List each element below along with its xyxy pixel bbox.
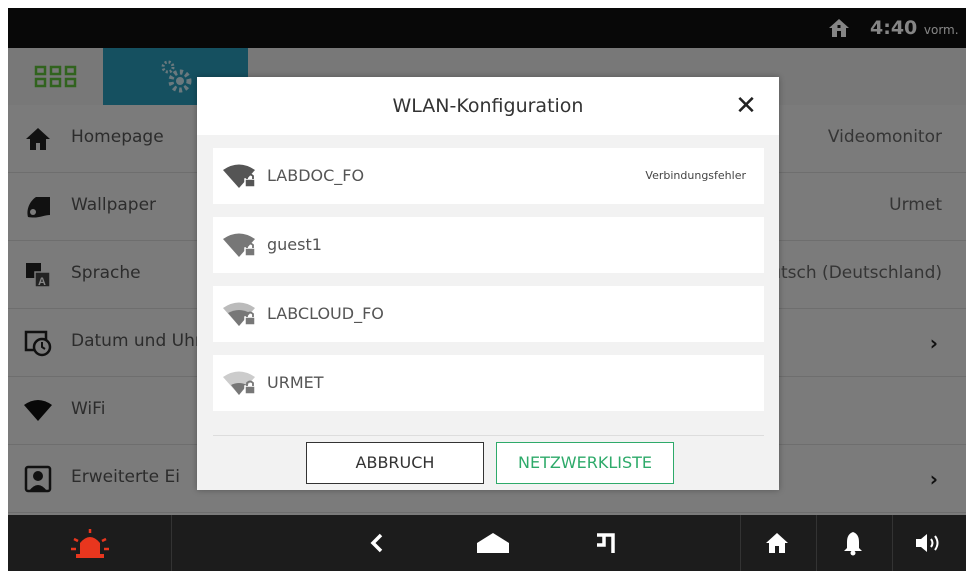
network-status: Verbindungsfehler (645, 169, 746, 182)
close-icon[interactable]: ✕ (733, 93, 759, 119)
wlan-dialog: WLAN-Konfiguration ✕ LABDOC_FO Verbindun… (197, 77, 779, 490)
back-arrow-icon (370, 533, 383, 553)
network-item[interactable]: guest1 (213, 217, 764, 273)
volume-button[interactable] (894, 515, 964, 571)
recents-icon (597, 533, 615, 553)
recents-button[interactable] (570, 515, 640, 571)
back-button[interactable] (342, 515, 412, 571)
network-name: LABCLOUD_FO (267, 304, 384, 323)
dialog-title: WLAN-Konfiguration (197, 77, 779, 135)
home-nav-button[interactable] (458, 515, 528, 571)
dialog-divider (213, 435, 764, 436)
network-list-button[interactable]: NETZWERKLISTE (496, 442, 674, 484)
nav-separator (740, 515, 741, 571)
alarm-button[interactable] (8, 515, 172, 571)
volume-icon (916, 534, 939, 552)
network-name: URMET (267, 373, 324, 392)
network-item[interactable]: LABCLOUD_FO (213, 286, 764, 342)
screen: 4:40 vorm. Homepage Videomonitor Wallpap… (8, 8, 966, 571)
home-shortcut-button[interactable] (742, 515, 812, 571)
nav-separator (892, 515, 893, 571)
cancel-button[interactable]: ABBRUCH (306, 442, 484, 484)
home-shape-icon (477, 533, 509, 553)
network-name: LABDOC_FO (267, 166, 365, 185)
wifi-locked-icon (223, 164, 256, 188)
home-icon (766, 533, 788, 553)
network-name: guest1 (267, 235, 322, 254)
wifi-locked-icon (223, 233, 256, 257)
wifi-locked-icon (223, 302, 256, 326)
navigation-bar (8, 515, 966, 571)
wifi-locked-icon (223, 371, 256, 395)
notifications-button[interactable] (818, 515, 888, 571)
alarm-siren-icon (71, 529, 109, 558)
network-item[interactable]: LABDOC_FO Verbindungsfehler (213, 148, 764, 204)
nav-separator (816, 515, 817, 571)
network-item[interactable]: URMET (213, 355, 764, 411)
bell-icon (844, 532, 862, 556)
